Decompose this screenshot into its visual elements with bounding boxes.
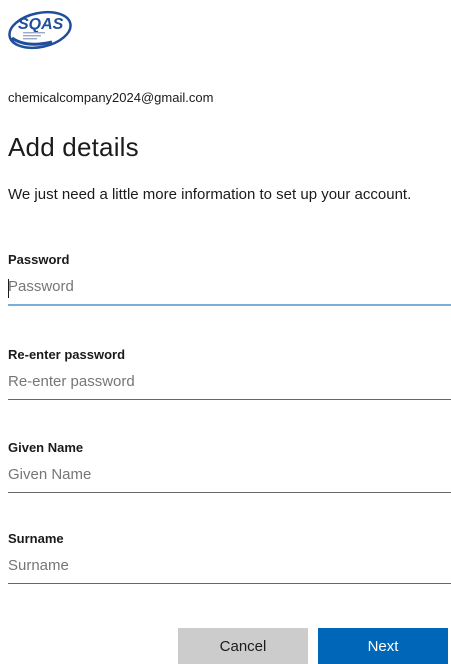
surname-field-group: Surname <box>8 531 451 584</box>
cancel-button[interactable]: Cancel <box>178 628 308 664</box>
reenter-password-field-group: Re-enter password <box>8 347 451 400</box>
page-title: Add details <box>8 132 139 162</box>
next-button[interactable]: Next <box>318 628 448 664</box>
sqas-logo-text: SQAS <box>18 16 64 33</box>
given-name-input[interactable] <box>8 460 451 493</box>
password-label: Password <box>8 252 70 267</box>
text-caret <box>8 279 9 298</box>
sqas-logo: SQAS <box>6 4 78 50</box>
surname-input[interactable] <box>8 551 451 584</box>
password-field-group: Password <box>8 252 451 306</box>
reenter-password-input[interactable] <box>8 367 451 400</box>
given-name-field-group: Given Name <box>8 440 451 493</box>
password-input[interactable] <box>8 272 451 306</box>
page-description: We just need a little more information t… <box>8 186 412 203</box>
reenter-password-label: Re-enter password <box>8 347 126 362</box>
surname-label: Surname <box>8 531 64 546</box>
sqas-logo-graphic: SQAS <box>8 10 72 50</box>
account-email: chemicalcompany2024@gmail.com <box>8 90 214 105</box>
given-name-label: Given Name <box>8 440 84 455</box>
